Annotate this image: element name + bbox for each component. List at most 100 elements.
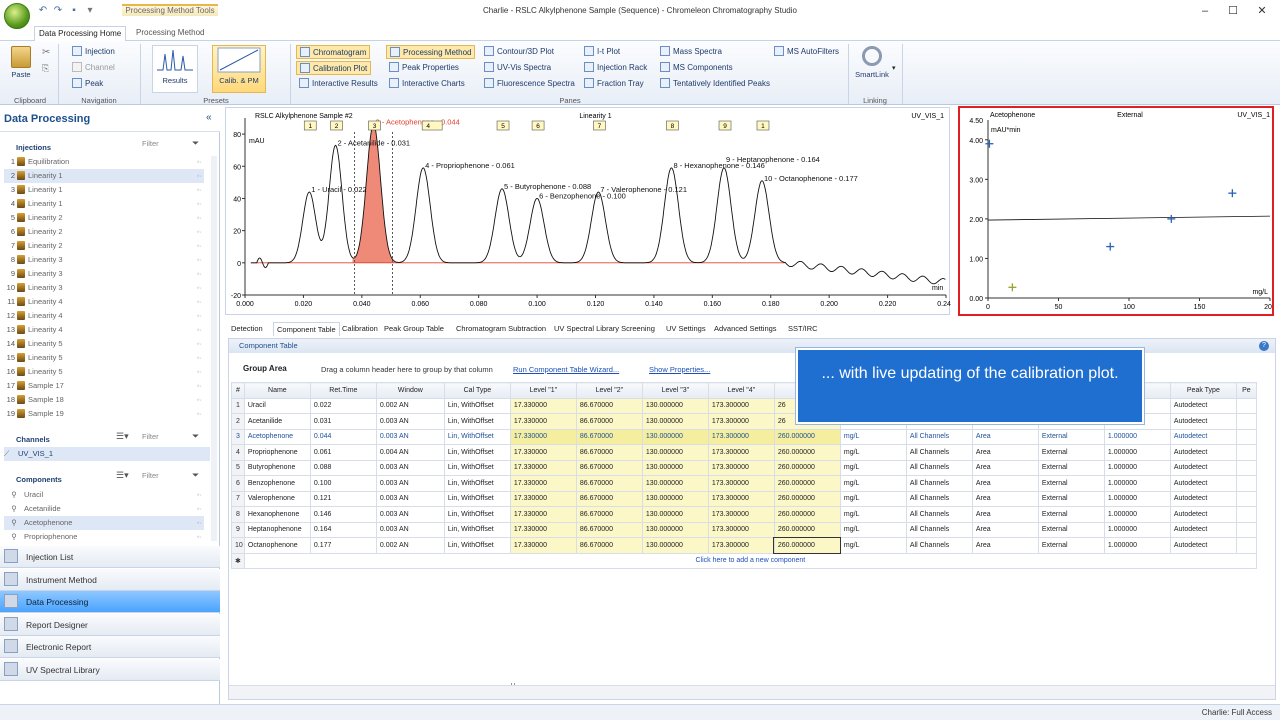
table-cell[interactable]: 0.088 bbox=[309, 459, 377, 476]
smartlink-button[interactable]: SmartLink bbox=[852, 46, 892, 79]
table-cell[interactable]: 260.000000 bbox=[773, 428, 841, 445]
smartlink-dropdown-icon[interactable]: ▾ bbox=[892, 64, 896, 72]
table-cell[interactable]: 1.000000 bbox=[1103, 506, 1171, 523]
peak-label[interactable]: 10 - Octanophenone - 0.177 bbox=[764, 174, 858, 183]
table-cell[interactable]: External bbox=[1037, 537, 1105, 554]
table-cell[interactable]: Acetanilide bbox=[243, 413, 311, 430]
table-cell[interactable]: 260.000000 bbox=[773, 444, 841, 461]
column-header[interactable]: Cal Type bbox=[443, 382, 511, 399]
table-row[interactable]: 4 Propriophenone 0.061 0.004 AN Lin, WithOff… bbox=[231, 444, 1257, 461]
table-cell[interactable]: 0.121 bbox=[309, 490, 377, 507]
table-cell[interactable]: Propriophenone bbox=[243, 444, 311, 461]
peak-marker-box[interactable]: 6 bbox=[531, 120, 545, 131]
drag-handle-icon[interactable]: ◦· bbox=[197, 488, 202, 502]
table-cell[interactable]: 130.000000 bbox=[641, 490, 709, 507]
drag-handle-icon[interactable]: ◦· bbox=[197, 323, 202, 337]
table-cell[interactable] bbox=[1235, 506, 1257, 523]
close-button[interactable]: ✕ bbox=[1249, 3, 1275, 19]
drag-handle-icon[interactable]: ◦· bbox=[197, 267, 202, 281]
peak-marker-box[interactable]: 5 bbox=[496, 120, 510, 131]
table-cell[interactable]: 17.330000 bbox=[509, 459, 577, 476]
table-cell[interactable]: 17.330000 bbox=[509, 413, 577, 430]
table-cell[interactable]: Autodetect bbox=[1169, 459, 1237, 476]
tab-peak-group-table[interactable]: Peak Group Table bbox=[381, 322, 447, 336]
table-cell[interactable]: mg/L bbox=[839, 459, 907, 476]
nav-injection-button[interactable]: Injection bbox=[72, 45, 115, 59]
drag-handle-icon[interactable]: ◦· bbox=[197, 281, 202, 295]
table-cell[interactable]: All Channels bbox=[905, 537, 973, 554]
injection-item[interactable]: 6 Linearity 2 ◦· bbox=[4, 225, 204, 239]
table-cell[interactable]: Autodetect bbox=[1169, 537, 1237, 554]
column-header[interactable]: Pe bbox=[1235, 382, 1257, 399]
table-cell[interactable]: 0.061 bbox=[309, 444, 377, 461]
table-row[interactable]: 10 Octanophenone 0.177 0.002 AN Lin, WithOff… bbox=[231, 536, 1257, 554]
table-cell[interactable] bbox=[1235, 428, 1257, 445]
table-cell[interactable]: 1.000000 bbox=[1103, 444, 1171, 461]
table-cell[interactable]: External bbox=[1037, 475, 1105, 492]
pane-chromatogram-button[interactable]: Chromatogram bbox=[296, 45, 371, 59]
table-cell[interactable]: Autodetect bbox=[1169, 521, 1237, 538]
table-cell[interactable]: 173.300000 bbox=[707, 521, 775, 538]
table-cell[interactable]: Lin, WithOffset bbox=[443, 459, 511, 476]
table-cell[interactable]: External bbox=[1037, 506, 1105, 523]
drag-handle-icon[interactable]: ◦· bbox=[197, 197, 202, 211]
channels-filter[interactable]: Filter bbox=[142, 432, 159, 441]
channels-menu-icon[interactable]: ☰▾ bbox=[116, 431, 129, 442]
table-cell[interactable]: 130.000000 bbox=[641, 413, 709, 430]
table-cell[interactable]: Uracil bbox=[243, 397, 311, 414]
drag-handle-icon[interactable]: ◦· bbox=[197, 183, 202, 197]
table-cell[interactable]: 1.000000 bbox=[1103, 475, 1171, 492]
help-icon[interactable]: ? bbox=[1259, 341, 1269, 351]
table-cell[interactable]: 86.670000 bbox=[575, 413, 643, 430]
injection-item[interactable]: 2 Linearity 1 ◦· bbox=[4, 169, 204, 183]
table-cell[interactable]: 17.330000 bbox=[509, 475, 577, 492]
table-cell[interactable]: mg/L bbox=[839, 444, 907, 461]
table-cell[interactable]: Area bbox=[971, 521, 1039, 538]
table-cell[interactable] bbox=[1235, 537, 1257, 554]
pane-injection-rack-button[interactable]: Injection Rack bbox=[584, 61, 647, 75]
tab-uv-settings[interactable]: UV Settings bbox=[663, 322, 709, 336]
peak-label[interactable]: 4 - Propriophenone - 0.061 bbox=[425, 161, 515, 170]
nav-electronic-report-button[interactable]: Electronic Report bbox=[0, 636, 220, 658]
component-item[interactable]: ⚲ Acetanilide ◦· bbox=[4, 502, 204, 516]
table-cell[interactable]: 260.000000 bbox=[773, 521, 841, 538]
channel-item[interactable]: ⟋ UV_VIS_1 bbox=[4, 447, 210, 461]
table-cell[interactable] bbox=[1235, 459, 1257, 476]
pane-peak-properties-button[interactable]: Peak Properties bbox=[389, 61, 459, 75]
paste-button[interactable]: Paste bbox=[8, 46, 34, 79]
nav-peak-button[interactable]: Peak bbox=[72, 77, 103, 91]
drag-handle-icon[interactable]: ◦· bbox=[197, 295, 202, 309]
injection-item[interactable]: 7 Linearity 2 ◦· bbox=[4, 239, 204, 253]
peak-label[interactable]: 7 - Valerophenone - 0.121 bbox=[600, 185, 687, 194]
table-cell[interactable]: 0.003 AN bbox=[375, 506, 445, 523]
drag-handle-icon[interactable]: ◦· bbox=[197, 365, 202, 379]
minimize-button[interactable]: – bbox=[1192, 3, 1218, 19]
peak-marker-box[interactable]: 8 bbox=[666, 120, 679, 131]
table-cell[interactable]: All Channels bbox=[905, 490, 973, 507]
nav-uv-library-button[interactable]: UV Spectral Library bbox=[0, 658, 220, 681]
drag-handle-icon[interactable]: ◦· bbox=[197, 516, 202, 530]
calibration-point[interactable] bbox=[1106, 242, 1115, 251]
table-cell[interactable]: All Channels bbox=[905, 521, 973, 538]
peak-marker-box[interactable]: 9 bbox=[718, 120, 732, 131]
table-cell[interactable]: Lin, WithOffset bbox=[443, 428, 511, 445]
injection-item[interactable]: 8 Linearity 3 ◦· bbox=[4, 253, 204, 267]
pane-fluorescence-button[interactable]: Fluorescence Spectra bbox=[484, 77, 575, 91]
table-cell[interactable]: mg/L bbox=[839, 490, 907, 507]
peak-marker-box[interactable]: 3 bbox=[368, 120, 381, 131]
table-cell[interactable]: All Channels bbox=[905, 459, 973, 476]
table-cell[interactable]: Autodetect bbox=[1169, 475, 1237, 492]
table-cell[interactable]: External bbox=[1037, 521, 1105, 538]
table-cell[interactable]: 86.670000 bbox=[575, 506, 643, 523]
table-cell[interactable]: Lin, WithOffset bbox=[443, 506, 511, 523]
pane-ms-autofilters-button[interactable]: MS AutoFilters bbox=[774, 45, 839, 59]
table-row[interactable]: 7 Valerophenone 0.121 0.003 AN Lin, WithOffs… bbox=[231, 490, 1257, 507]
table-cell[interactable]: Autodetect bbox=[1169, 413, 1237, 430]
table-row[interactable]: 8 Hexanophenone 0.146 0.003 AN Lin, WithOffs… bbox=[231, 506, 1257, 523]
column-header[interactable]: Level "3" bbox=[641, 382, 709, 399]
tab-calibration[interactable]: Calibration bbox=[339, 322, 381, 336]
table-cell[interactable]: 173.300000 bbox=[707, 506, 775, 523]
injection-item[interactable]: 19 Sample 19 ◦· bbox=[4, 407, 204, 421]
calibration-point[interactable] bbox=[1228, 189, 1237, 198]
calibration-point[interactable] bbox=[1167, 214, 1176, 223]
